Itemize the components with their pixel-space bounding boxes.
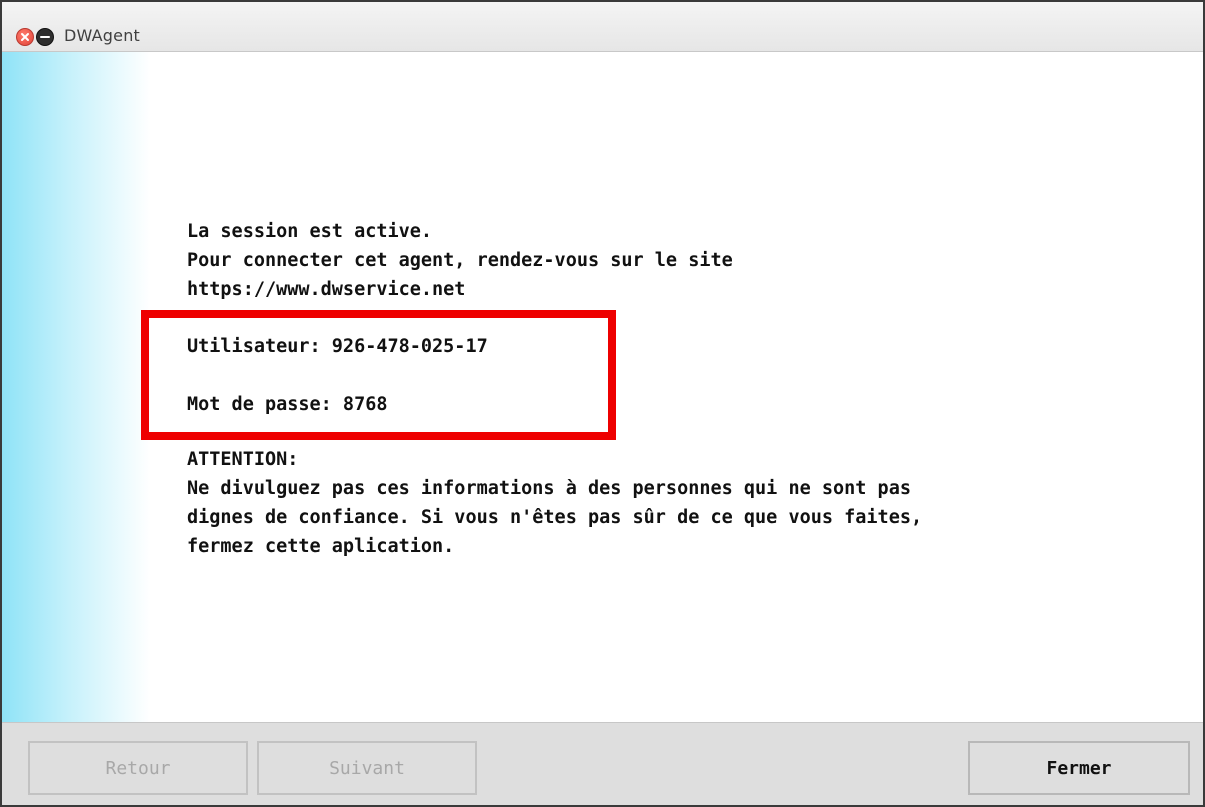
close-window-button[interactable] [16,28,34,46]
window-title: DWAgent [64,26,141,45]
back-button[interactable]: Retour [28,741,248,795]
close-icon [21,33,29,41]
minimize-window-button[interactable] [36,28,54,46]
credentials-highlight-box [141,310,616,440]
warning-line-1: Ne divulguez pas ces informations à des … [187,478,911,499]
button-bar: Retour Suivant Fermer [2,722,1203,805]
user-id-line: Utilisateur: 926-478-025-17 [187,336,488,357]
title-bar[interactable]: DWAgent [2,2,1203,52]
next-button[interactable]: Suivant [257,741,477,795]
minimize-icon [40,36,50,38]
close-button[interactable]: Fermer [968,741,1190,795]
service-url-line: https://www.dwservice.net [187,279,466,300]
connect-instruction-line: Pour connecter cet agent, rendez-vous su… [187,250,733,271]
status-line: La session est active. [187,221,433,242]
content-area: La session est active. Pour connecter ce… [2,52,1203,722]
decorative-side-band [2,52,150,722]
warning-title: ATTENTION: [187,449,299,470]
warning-line-3: fermez cette aplication. [187,536,455,557]
warning-line-2: dignes de confiance. Si vous n'êtes pas … [187,507,923,528]
password-line: Mot de passe: 8768 [187,394,388,415]
dwagent-window: DWAgent La session est active. Pour conn… [0,0,1205,807]
